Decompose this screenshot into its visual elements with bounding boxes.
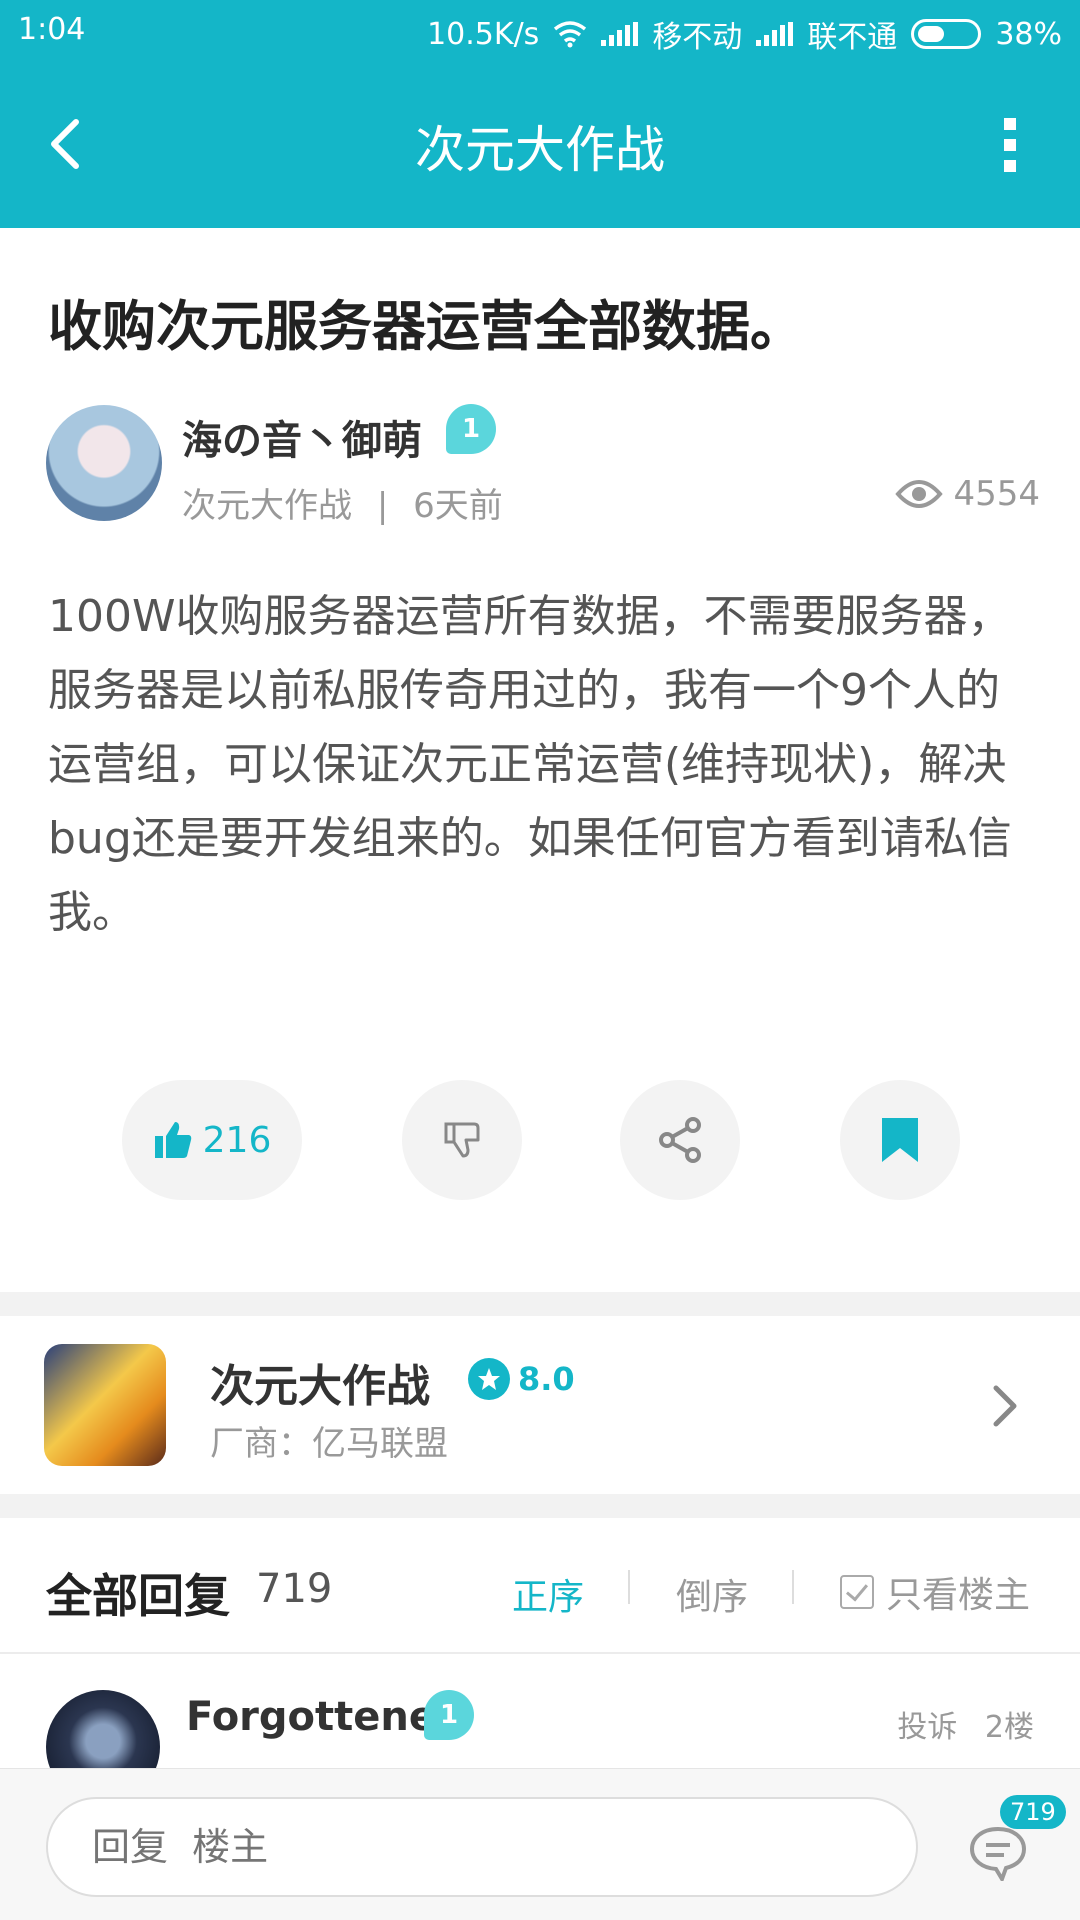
- comment-icon[interactable]: [968, 1825, 1028, 1881]
- post-title: 收购次元服务器运营全部数据。: [48, 295, 804, 358]
- thumbs-up-icon: [154, 1122, 191, 1158]
- reply-author[interactable]: Forgottener: [186, 1694, 456, 1740]
- battery-level: 38%: [995, 16, 1062, 52]
- report-link[interactable]: 投诉: [897, 1710, 957, 1745]
- forum-name[interactable]: 次元大作战: [182, 486, 352, 526]
- game-rating: 8.0: [518, 1360, 575, 1398]
- comment-count-badge: 719: [1000, 1795, 1066, 1829]
- eye-icon: [895, 480, 944, 508]
- bookmark-icon: [882, 1118, 918, 1162]
- page-title: 次元大作战: [415, 121, 665, 179]
- checkbox-icon[interactable]: [840, 1575, 874, 1609]
- status-time: 1:04: [18, 12, 86, 47]
- row-divider: [0, 1652, 1080, 1654]
- battery-icon: [911, 19, 982, 49]
- bottom-bar: 719: [0, 1768, 1080, 1920]
- section-divider: [0, 1494, 1080, 1518]
- meta-separator: |: [376, 486, 389, 526]
- carrier-2: 联不通: [807, 20, 898, 55]
- dislike-button[interactable]: [402, 1080, 522, 1200]
- star-icon: [468, 1358, 510, 1400]
- post-body: 100W收购服务器运营所有数据，不需要服务器，服务器是以前私服传奇用过的，我有一…: [48, 591, 1012, 938]
- floor-number: 2楼: [984, 1710, 1034, 1745]
- like-count: 216: [202, 1119, 272, 1161]
- view-count: 4554: [895, 474, 1040, 514]
- status-bar: 1:04 10.5K/s 移不动 联不通 38%: [0, 0, 1080, 62]
- chevron-right-icon[interactable]: [990, 1384, 1020, 1428]
- view-count-value: 4554: [953, 474, 1040, 514]
- game-icon[interactable]: [44, 1344, 166, 1466]
- share-button[interactable]: [620, 1080, 740, 1200]
- level-badge: 1: [446, 404, 496, 454]
- section-divider: [0, 1292, 1080, 1316]
- reply-meta: 投诉 2楼: [897, 1702, 1034, 1746]
- author-avatar[interactable]: [46, 405, 162, 521]
- status-indicators: 10.5K/s 移不动 联不通 38%: [427, 12, 1062, 56]
- game-vendor: 厂商：亿马联盟: [210, 1424, 448, 1464]
- sort-descending-tab[interactable]: 倒序: [676, 1568, 748, 1620]
- reply-input[interactable]: [46, 1797, 918, 1897]
- level-badge: 1: [424, 1690, 474, 1740]
- post-meta: 次元大作战 | 6天前: [182, 478, 503, 527]
- op-only-toggle[interactable]: 只看楼主: [840, 1566, 1030, 1618]
- separator: [792, 1570, 794, 1604]
- app-bar: 次元大作战: [0, 62, 1080, 228]
- separator: [628, 1570, 630, 1604]
- net-speed: 10.5K/s: [427, 16, 540, 52]
- top-bar: 1:04 10.5K/s 移不动 联不通 38% 次元大作战: [0, 0, 1080, 228]
- bookmark-button[interactable]: [840, 1080, 960, 1200]
- more-vertical-icon[interactable]: [1000, 118, 1020, 172]
- signal-icon: [601, 22, 639, 46]
- signal-icon-2: [756, 22, 794, 46]
- replies-count: 719: [256, 1566, 333, 1612]
- thumbs-down-icon: [444, 1122, 480, 1158]
- sort-ascending-tab[interactable]: 正序: [512, 1568, 584, 1620]
- carrier-1: 移不动: [652, 20, 743, 55]
- op-only-label: 只看楼主: [886, 1575, 1031, 1616]
- wifi-icon: [554, 21, 587, 48]
- like-button[interactable]: 216: [122, 1080, 302, 1200]
- author-name[interactable]: 海の音丶御萌: [182, 408, 422, 466]
- game-name: 次元大作战: [210, 1361, 430, 1412]
- post-time: 6天前: [413, 486, 503, 526]
- replies-title: 全部回复: [46, 1569, 230, 1623]
- share-icon: [659, 1117, 701, 1163]
